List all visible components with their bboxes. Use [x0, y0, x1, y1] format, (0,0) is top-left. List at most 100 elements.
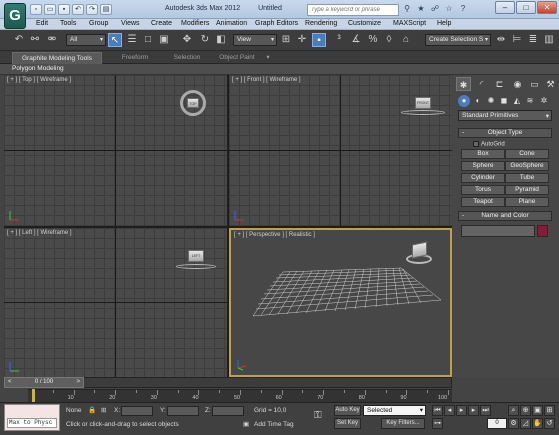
align-icon[interactable]: ⊨ — [510, 33, 524, 47]
pivot-center-icon[interactable]: ⊞ — [279, 33, 293, 47]
communication-icon[interactable]: ☍ — [430, 4, 440, 14]
pan-view-icon[interactable]: ✋ — [532, 418, 543, 429]
viewport-label-front[interactable]: [ + ] [ Front ] [ Wireframe ] — [232, 77, 301, 83]
sphere-button[interactable]: Sphere — [461, 161, 505, 171]
y-coordinate-field[interactable] — [167, 406, 199, 416]
field-of-view-icon[interactable]: ◿ — [520, 418, 531, 429]
lock-selection-icon[interactable]: 🔒 — [88, 406, 96, 414]
tab-selection[interactable]: Selection — [164, 52, 210, 64]
viewcube[interactable]: FRONT — [415, 97, 431, 109]
maximize-button[interactable]: □ — [516, 1, 536, 14]
autogrid-checkbox[interactable]: AutoGrid — [473, 141, 505, 148]
name-and-color-rollout[interactable]: Name and Color — [458, 211, 552, 221]
object-category-dropdown[interactable]: Standard Primitives — [458, 110, 552, 121]
object-color-swatch[interactable] — [537, 225, 548, 237]
spinner-snap-icon[interactable]: ◊ — [382, 33, 396, 47]
z-coordinate-field[interactable] — [212, 406, 244, 416]
previous-frame-icon[interactable]: ◂ — [444, 405, 455, 416]
tab-freeform[interactable]: Freeform — [108, 52, 162, 64]
zoom-icon[interactable]: ⌕ — [508, 405, 519, 416]
menu-modifiers[interactable]: Modifiers — [181, 20, 209, 27]
close-button[interactable]: ✕ — [537, 1, 557, 14]
viewcube[interactable]: TOP — [187, 98, 199, 108]
key-mode-toggle-icon[interactable]: ⊶ — [432, 418, 443, 429]
viewcube[interactable]: LEFT — [188, 250, 204, 262]
tube-button[interactable]: Tube — [505, 173, 549, 183]
next-frame-arrow[interactable]: > — [76, 378, 80, 387]
menu-rendering[interactable]: Rendering — [305, 20, 337, 27]
object-name-field[interactable] — [461, 225, 535, 237]
tab-graphite-modeling-tools[interactable]: Graphite Modeling Tools — [12, 52, 102, 64]
systems-icon[interactable]: ✲ — [538, 95, 550, 107]
graphite-toggle-icon[interactable]: ▥ — [542, 33, 556, 47]
x-coordinate-field[interactable] — [121, 406, 153, 416]
menu-create[interactable]: Create — [151, 20, 172, 27]
menu-graph-editors[interactable]: Graph Editors — [255, 20, 298, 27]
menu-animation[interactable]: Animation — [216, 20, 247, 27]
hierarchy-panel-tab[interactable]: ⊏ — [492, 77, 507, 91]
keyboard-shortcut-override-icon[interactable]: ▪ — [312, 33, 326, 47]
open-icon[interactable]: ▭ — [44, 4, 56, 15]
object-type-rollout[interactable]: Object Type — [458, 128, 552, 138]
absolute-mode-icon[interactable]: ⊞ — [101, 406, 106, 414]
cylinder-button[interactable]: Cylinder — [461, 173, 505, 183]
menu-help[interactable]: Help — [437, 20, 451, 27]
motion-panel-tab[interactable]: ◉ — [510, 77, 525, 91]
geometry-icon[interactable]: ● — [458, 95, 470, 107]
selection-filter-dropdown[interactable]: All — [66, 34, 106, 46]
select-and-link-icon[interactable]: ⚯ — [28, 33, 42, 47]
viewport-left[interactable]: [ + ] [ Left ] [ Wireframe ] LEFT — [4, 228, 227, 377]
play-icon[interactable]: ▸ — [456, 405, 467, 416]
zoom-extents-icon[interactable]: ▣ — [532, 405, 543, 416]
redo-icon[interactable]: ↷ — [86, 4, 98, 15]
go-to-start-icon[interactable]: ⏮ — [432, 405, 443, 416]
select-and-rotate-icon[interactable]: ↻ — [198, 33, 212, 47]
angle-snap-icon[interactable]: ∡ — [349, 33, 363, 47]
select-and-scale-icon[interactable]: ◧ — [214, 33, 228, 47]
display-panel-tab[interactable]: ▭ — [527, 77, 542, 91]
select-by-name-icon[interactable]: ☰ — [125, 33, 139, 47]
help-icon[interactable]: ? — [458, 4, 468, 14]
viewport-perspective[interactable]: [ + ] [ Perspective ] [ Realistic ] — [229, 228, 452, 377]
layer-manager-icon[interactable]: ≣ — [526, 33, 540, 47]
geosphere-button[interactable]: GeoSphere — [505, 161, 549, 171]
project-icon[interactable]: ▤ — [100, 4, 112, 15]
select-object-icon[interactable]: ↖ — [108, 33, 122, 47]
save-icon[interactable]: ▪ — [58, 4, 70, 15]
manipulate-icon[interactable]: ✛ — [295, 33, 309, 47]
time-tag-icon[interactable]: ▣ — [243, 420, 249, 428]
menu-views[interactable]: Views — [121, 20, 140, 27]
menu-group[interactable]: Group — [89, 20, 108, 27]
plane-button[interactable]: Plane — [505, 197, 549, 207]
key-mode-dropdown[interactable]: Selected — [363, 405, 426, 416]
zoom-extents-all-icon[interactable]: ⊞ — [544, 405, 555, 416]
utilities-panel-tab[interactable]: ⚒ — [543, 77, 558, 91]
autogrid-check-box[interactable] — [473, 141, 479, 147]
menu-maxscript[interactable]: MAXScript — [393, 20, 426, 27]
shapes-icon[interactable]: ◐ — [472, 95, 484, 107]
viewcube-compass-ring[interactable] — [176, 264, 216, 269]
mirror-icon[interactable]: ⇹ — [494, 33, 508, 47]
track-bar[interactable]: 10 20 30 40 50 60 70 80 90 100 — [28, 389, 452, 402]
menu-edit[interactable]: Edit — [36, 20, 48, 27]
percent-snap-icon[interactable]: % — [366, 33, 380, 47]
minimize-button[interactable]: – — [495, 1, 515, 14]
search-input[interactable] — [307, 4, 399, 16]
orbit-icon[interactable]: ↺ — [544, 418, 555, 429]
viewport-label-left[interactable]: [ + ] [ Left ] [ Wireframe ] — [7, 230, 72, 236]
time-slider-thumb[interactable]: <0 / 100 > — [4, 377, 84, 388]
named-selection-dropdown[interactable]: Create Selection S — [425, 34, 491, 46]
auto-key-button[interactable]: Auto Key — [334, 405, 361, 416]
favorites-icon[interactable]: ☆ — [444, 4, 454, 14]
torus-button[interactable]: Torus — [461, 185, 505, 195]
menu-tools[interactable]: Tools — [60, 20, 76, 27]
application-button[interactable]: G — [4, 3, 26, 29]
box-button[interactable]: Box — [461, 149, 505, 159]
binoculars-icon[interactable]: ⚲ — [402, 4, 412, 14]
next-frame-icon[interactable]: ▸ — [468, 405, 479, 416]
polygon-modeling-panel[interactable]: Polygon Modeling — [12, 65, 64, 72]
space-warps-icon[interactable]: ≋ — [524, 95, 536, 107]
lights-icon[interactable]: ✺ — [485, 95, 497, 107]
undo-history-icon[interactable]: ↶ — [12, 33, 26, 47]
prev-frame-arrow[interactable]: < — [8, 378, 12, 387]
